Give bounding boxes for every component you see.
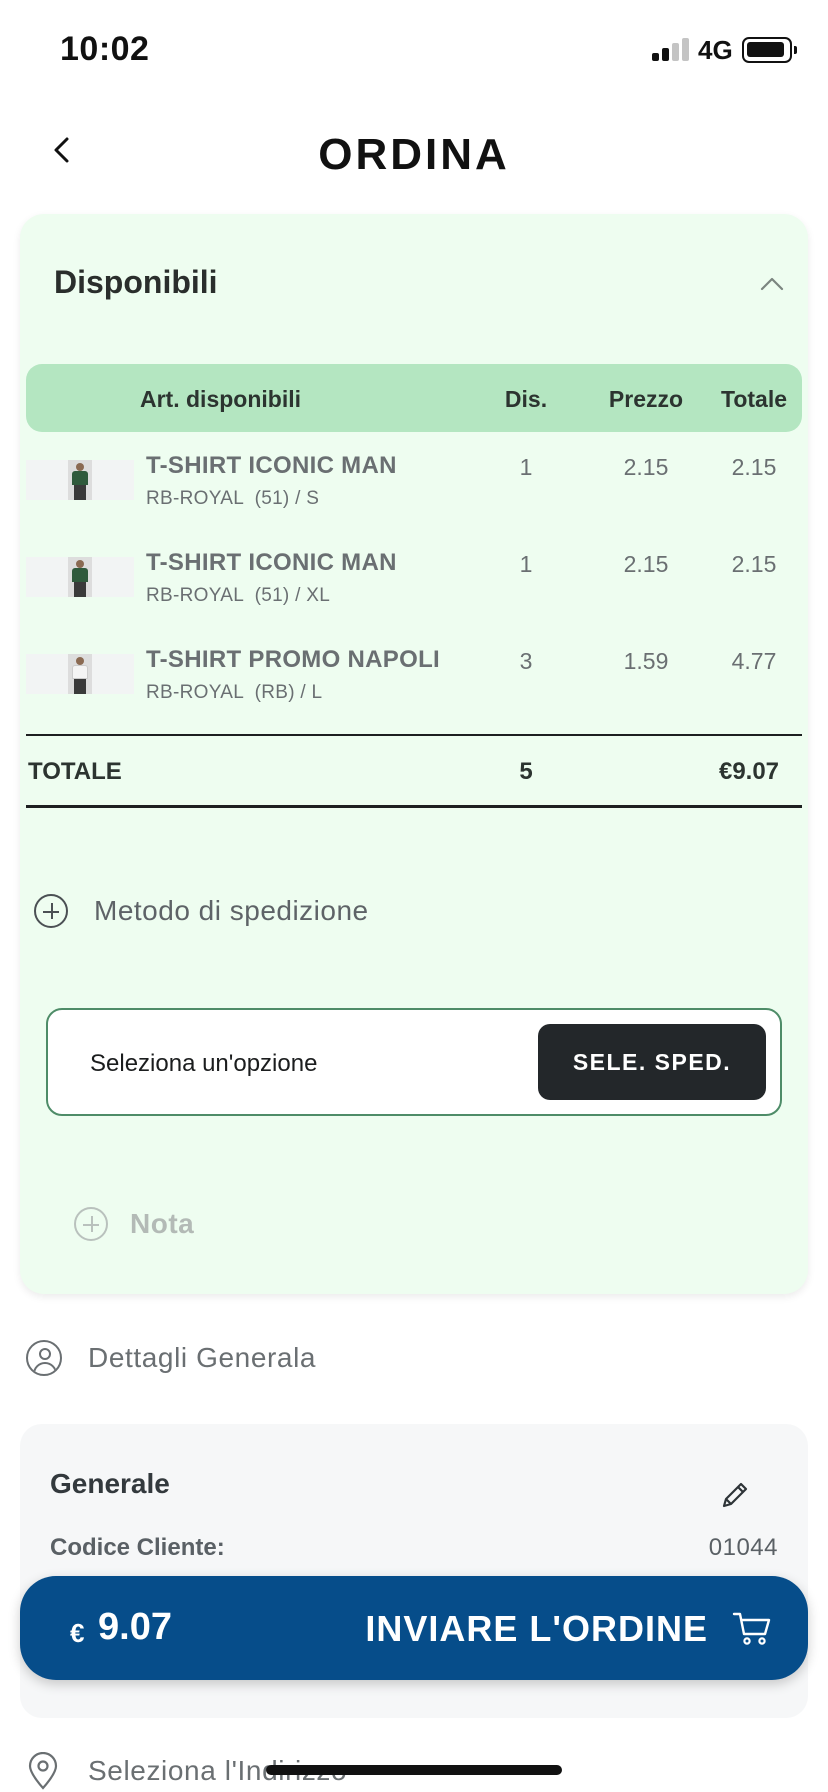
column-header-total: Totale — [720, 386, 788, 412]
item-dis: 1 — [519, 551, 533, 577]
total-row: TOTALE 5 €9.07 — [26, 734, 802, 808]
available-card: Disponibili Art. disponibili Dis. Prezzo… — [20, 214, 808, 1294]
battery-icon — [742, 37, 797, 63]
network-label: 4G — [698, 35, 733, 65]
collapse-button[interactable] — [754, 266, 790, 302]
table-row[interactable]: T-SHIRT PROMO NAPOLI RB-ROYAL (RB) / L 3… — [26, 630, 802, 720]
column-header-dis: Dis. — [504, 386, 548, 412]
table-row[interactable]: T-SHIRT ICONIC MAN RB-ROYAL (51) / XL 1 … — [26, 533, 802, 623]
plus-circle-icon — [74, 1207, 108, 1241]
shipping-method-toggle[interactable]: Metodo di spedizione — [34, 894, 369, 928]
note-label: Nota — [130, 1208, 195, 1239]
client-code-label: Codice Cliente: — [50, 1534, 225, 1561]
person-icon — [26, 1340, 62, 1376]
product-thumbnail — [26, 654, 134, 694]
client-code-value: 01044 — [708, 1534, 778, 1561]
details-label: Dettagli Generala — [88, 1342, 317, 1373]
chevron-up-icon — [760, 277, 784, 291]
item-dis: 1 — [519, 454, 533, 480]
shipping-method-label: Metodo di spedizione — [94, 895, 369, 926]
page-title: ORDINA — [318, 130, 510, 179]
section-title-available: Disponibili — [54, 264, 218, 300]
pencil-icon — [722, 1482, 748, 1508]
item-name: T-SHIRT ICONIC MAN — [146, 549, 397, 576]
item-variant: RB-ROYAL (51) / XL — [146, 585, 331, 606]
item-total: 4.77 — [731, 648, 777, 674]
item-variant: RB-ROYAL (RB) / L — [146, 682, 323, 703]
item-name: T-SHIRT ICONIC MAN — [146, 452, 397, 479]
item-price: 1.59 — [623, 648, 669, 674]
item-total: 2.15 — [731, 454, 777, 480]
column-header-price: Prezzo — [608, 386, 684, 412]
column-header-article: Art. disponibili — [140, 386, 301, 412]
send-order-button[interactable]: € 9.07 INVIARE L'ORDINE — [20, 1576, 808, 1680]
status-time: 10:02 — [60, 30, 150, 68]
total-quantity: 5 — [519, 758, 533, 785]
select-shipping-button[interactable]: SELE. SPED. — [538, 1024, 766, 1100]
location-pin-icon — [28, 1752, 58, 1790]
general-title: Generale — [50, 1468, 170, 1499]
order-currency: € — [70, 1618, 85, 1648]
edit-button[interactable] — [718, 1478, 752, 1512]
total-label: TOTALE — [28, 758, 122, 785]
item-price: 2.15 — [623, 551, 669, 577]
table-row[interactable]: T-SHIRT ICONIC MAN RB-ROYAL (51) / S 1 2… — [26, 436, 802, 526]
item-name: T-SHIRT PROMO NAPOLI — [146, 646, 440, 673]
details-toggle[interactable]: Dettagli Generala — [26, 1340, 316, 1376]
cart-icon — [732, 1612, 771, 1645]
shipping-select[interactable]: Seleziona un'opzione SELE. SPED. — [46, 1008, 782, 1116]
status-bar: 10:02 4G — [0, 0, 828, 100]
order-amount: 9.07 — [98, 1606, 172, 1648]
send-order-label: INVIARE L'ORDINE — [365, 1608, 708, 1649]
item-price: 2.15 — [623, 454, 669, 480]
product-thumbnail — [26, 460, 134, 500]
item-dis: 3 — [519, 648, 533, 674]
signal-icon — [652, 37, 690, 61]
shipping-placeholder: Seleziona un'opzione — [90, 1050, 318, 1077]
plus-circle-icon — [34, 894, 68, 928]
total-amount: €9.07 — [718, 758, 780, 785]
home-indicator — [266, 1765, 562, 1775]
header: ORDINA — [0, 100, 828, 210]
product-thumbnail — [26, 557, 134, 597]
note-toggle[interactable]: Nota — [74, 1207, 194, 1241]
item-variant: RB-ROYAL (51) / S — [146, 488, 320, 509]
item-total: 2.15 — [731, 551, 777, 577]
table-header: Art. disponibili Dis. Prezzo Totale — [26, 364, 802, 432]
